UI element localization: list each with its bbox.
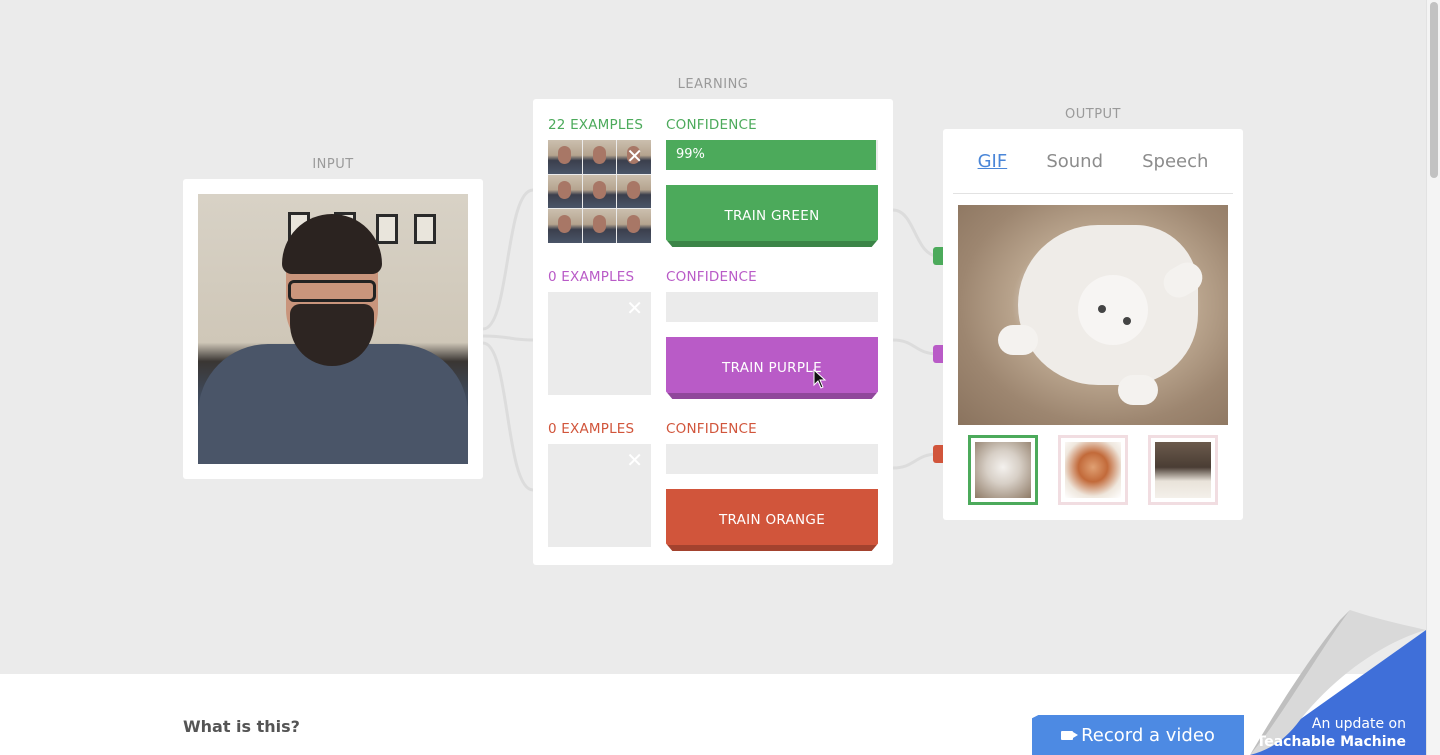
example-thumbnails: ✕ [548, 292, 651, 395]
teachable-machine-update-peel[interactable]: An update on Teachable Machine [1240, 610, 1426, 755]
tab-speech[interactable]: Speech [1142, 151, 1208, 181]
confidence-label: CONFIDENCE [666, 117, 757, 133]
confidence-bar: 99% [666, 140, 878, 170]
tab-gif[interactable]: GIF [978, 151, 1008, 181]
learning-card: 22 EXAMPLES CONFIDENCE ✕ 99% TRAIN GREEN… [533, 99, 893, 565]
examples-count: 22 EXAMPLES [548, 117, 644, 133]
wire-purple-output [892, 338, 939, 356]
wire-input-orange [482, 341, 534, 492]
webcam-feed [198, 194, 468, 464]
what-is-this-heading: What is this? [183, 717, 300, 736]
video-camera-icon [1061, 730, 1079, 740]
example-thumbnails: ✕ [548, 444, 651, 547]
example-thumbnails: ✕ [548, 140, 651, 243]
examples-count: 0 EXAMPLES [548, 421, 635, 437]
output-node-orange [933, 445, 943, 463]
confidence-label: CONFIDENCE [666, 421, 757, 437]
gif-option-white-cat[interactable] [968, 435, 1038, 505]
clear-examples-icon[interactable]: ✕ [626, 298, 643, 318]
peel-line2: Teachable Machine [1256, 734, 1406, 750]
tabs-divider [953, 193, 1233, 194]
gif-option-orange-cat[interactable] [1058, 435, 1128, 505]
gif-preview [958, 205, 1228, 425]
wire-input-green [482, 188, 534, 331]
wire-input-purple [482, 334, 534, 342]
peel-line1: An update on [1311, 716, 1406, 732]
train-purple-button[interactable]: TRAIN PURPLE [666, 337, 878, 399]
wire-orange-output [892, 452, 939, 470]
clear-examples-icon[interactable]: ✕ [626, 450, 643, 470]
confidence-bar [666, 292, 878, 322]
tab-sound[interactable]: Sound [1046, 151, 1103, 181]
train-orange-button[interactable]: TRAIN ORANGE [666, 489, 878, 551]
scrollbar-thumb[interactable] [1430, 2, 1438, 178]
class-row-purple: 0 EXAMPLES CONFIDENCE ✕ TRAIN PURPLE [548, 251, 878, 399]
gif-option-tabby-cat[interactable] [1148, 435, 1218, 505]
train-green-button[interactable]: TRAIN GREEN [666, 185, 878, 247]
wire-green-output [892, 208, 939, 258]
confidence-value: 99% [676, 147, 705, 162]
output-node-green [933, 247, 943, 265]
output-card: GIF Sound Speech [943, 129, 1243, 520]
output-tabs: GIF Sound Speech [943, 151, 1243, 181]
confidence-label: CONFIDENCE [666, 269, 757, 285]
output-node-purple [933, 345, 943, 363]
mouse-cursor-icon [813, 369, 827, 389]
clear-examples-icon[interactable]: ✕ [626, 146, 643, 166]
class-row-green: 22 EXAMPLES CONFIDENCE ✕ 99% TRAIN GREEN [548, 99, 878, 247]
class-row-orange: 0 EXAMPLES CONFIDENCE ✕ TRAIN ORANGE [548, 403, 878, 551]
examples-count: 0 EXAMPLES [548, 269, 635, 285]
input-card [183, 179, 483, 479]
scrollbar[interactable] [1426, 0, 1440, 755]
info-section: What is this? Record a video [0, 674, 1440, 755]
record-video-label: Record a video [1081, 724, 1215, 746]
record-video-button[interactable]: Record a video [1032, 715, 1244, 755]
confidence-bar [666, 444, 878, 474]
